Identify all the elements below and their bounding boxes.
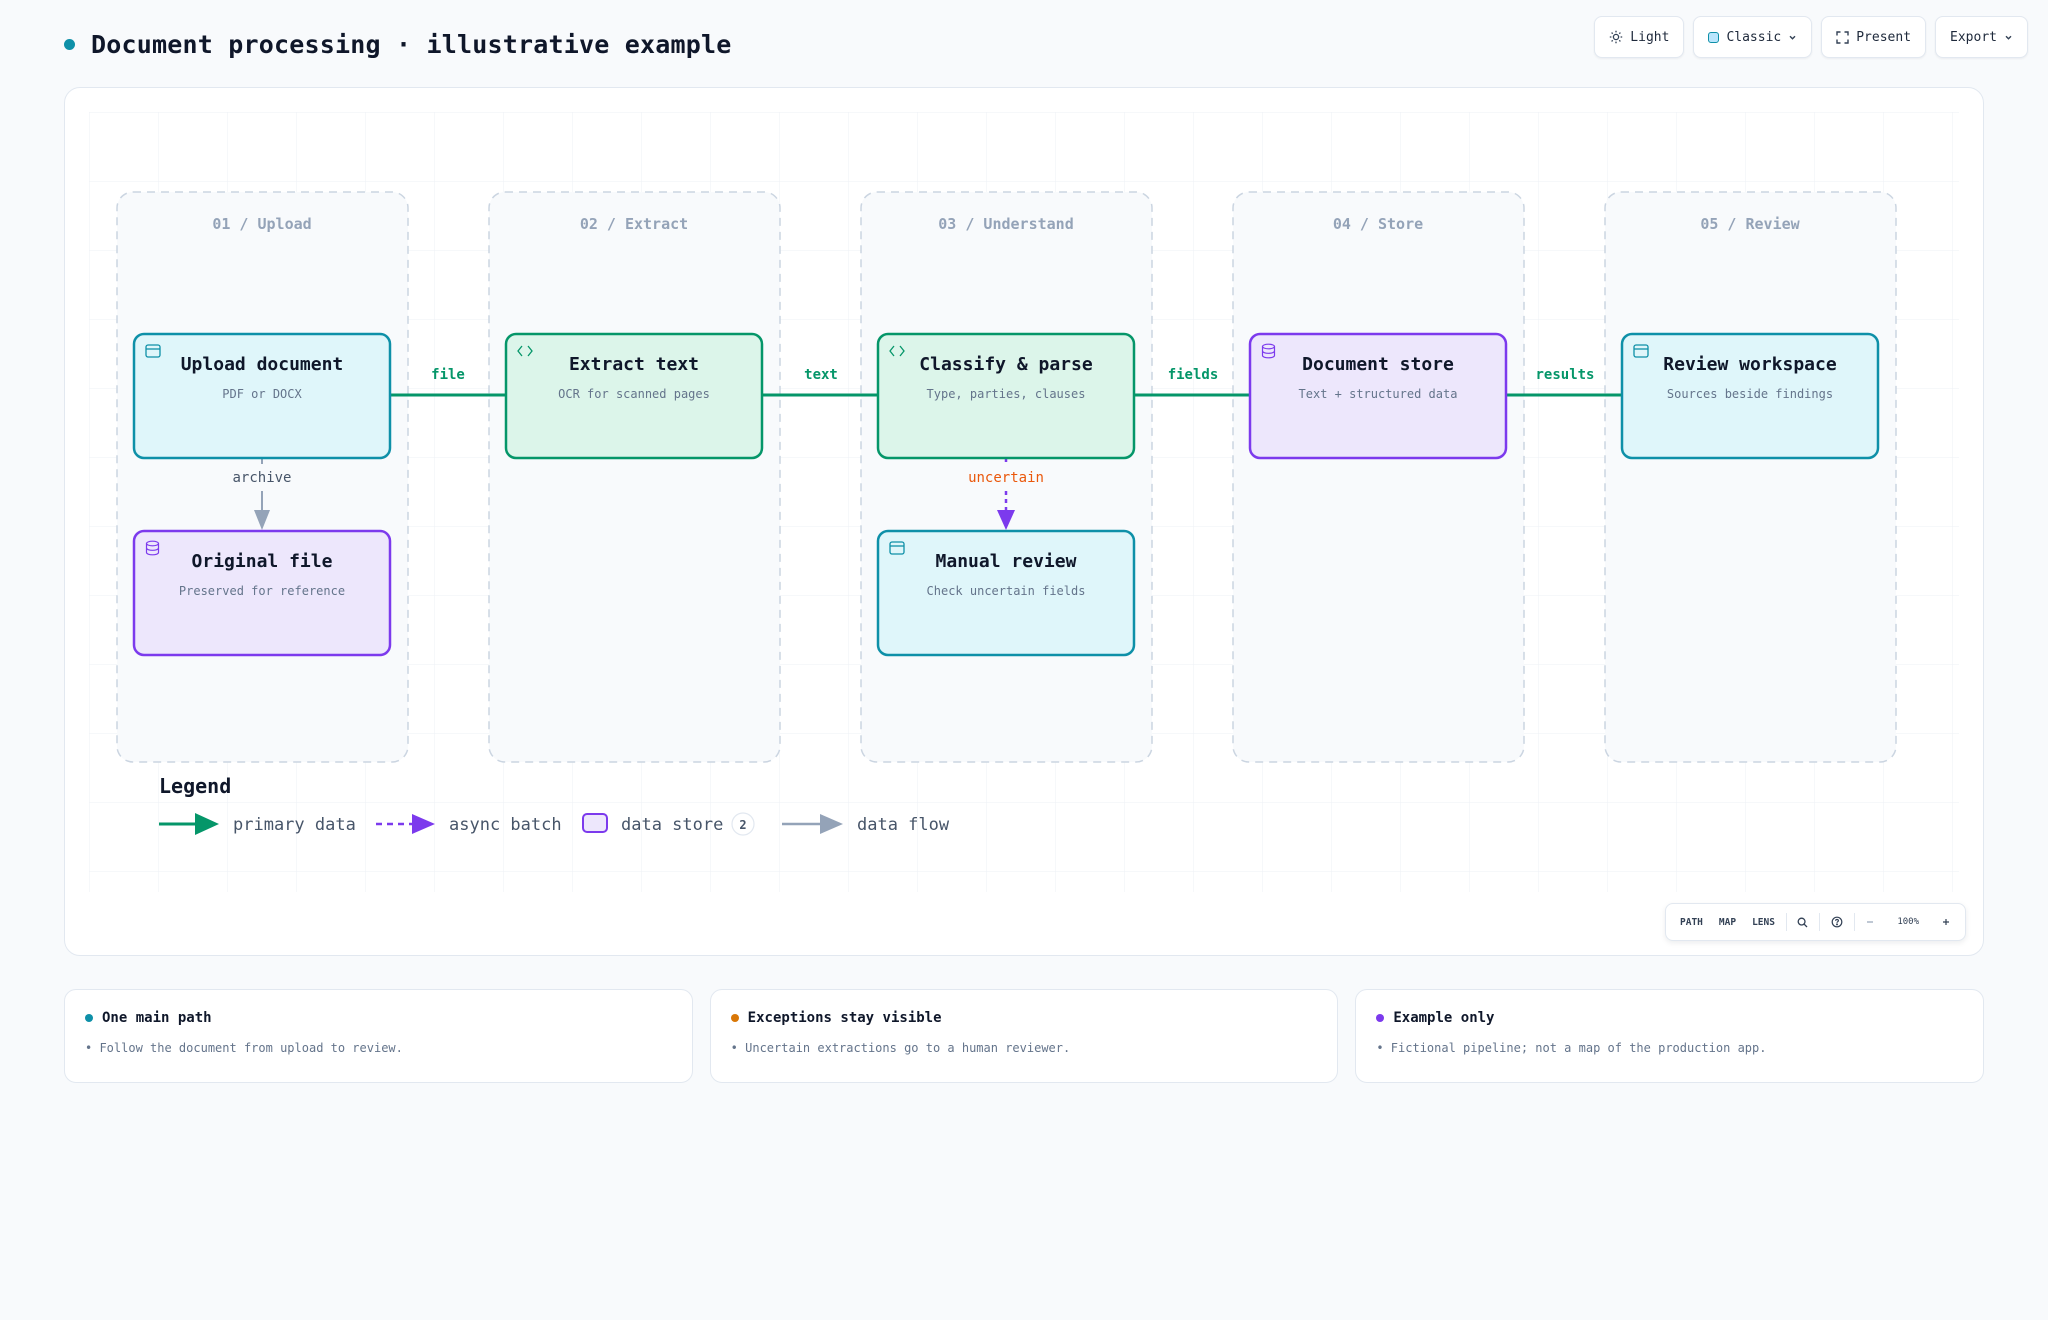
export-label: Export	[1950, 29, 1997, 45]
zoom-level: 100%	[1897, 917, 1919, 927]
help-button[interactable]	[1823, 916, 1851, 928]
legend-store-label: data store	[621, 815, 723, 835]
map-mode-button[interactable]: MAP	[1711, 917, 1744, 928]
edge-label: file	[431, 367, 465, 383]
legend-flow-label: data flow	[857, 815, 950, 835]
lane-label: 02 / Extract	[580, 215, 688, 233]
node-original-file[interactable]: Original file Preserved for reference	[132, 529, 392, 657]
note-dot	[1376, 1014, 1385, 1022]
legend-primary-label: primary data	[233, 815, 356, 835]
edge-label: text	[804, 367, 838, 383]
node-review-workspace[interactable]: Review workspace Sources beside findings	[1620, 332, 1880, 460]
notes-row: One main path • Follow the document from…	[64, 989, 1985, 1083]
light-mode-label: Light	[1630, 29, 1670, 45]
node-classify-parse[interactable]: Classify & parse Type, parties, clauses	[876, 332, 1136, 460]
note-title: Exceptions stay visible	[747, 1010, 942, 1026]
note-card: Exceptions stay visible • Uncertain extr…	[709, 989, 1339, 1083]
help-icon	[1831, 916, 1843, 928]
lens-mode-button[interactable]: LENS	[1744, 917, 1783, 928]
node-subtitle: Sources beside findings	[1667, 387, 1833, 401]
node-document-store[interactable]: Document store Text + structured data	[1248, 332, 1508, 460]
fullscreen-icon	[1836, 30, 1849, 44]
zoom-controls: PATH MAP LENS 100%	[1665, 903, 1966, 941]
node-title: Manual review	[936, 551, 1077, 572]
chevron-down-icon	[2005, 35, 2012, 40]
theme-label: Classic	[1726, 29, 1782, 45]
edge-label: results	[1535, 367, 1594, 383]
lane-review: 05 / Review	[1604, 191, 1897, 763]
note-card: Example only • Fictional pipeline; not a…	[1355, 989, 1985, 1083]
plus-icon	[1943, 919, 1949, 925]
lane-label: 04 / Store	[1333, 215, 1423, 233]
note-body: • Follow the document from upload to rev…	[85, 1041, 403, 1055]
edge-label: fields	[1168, 367, 1219, 383]
diagram-canvas: 01 / Upload 02 / Extract 03 / Understand…	[64, 87, 1984, 956]
lane-store: 04 / Store	[1232, 191, 1525, 763]
note-title: Example only	[1393, 1010, 1495, 1026]
legend-title: Legend	[159, 774, 231, 798]
note-body: • Uncertain extractions go to a human re…	[730, 1041, 1071, 1055]
node-subtitle: Type, parties, clauses	[927, 387, 1086, 401]
node-title: Extract text	[569, 354, 699, 375]
lane-label: 01 / Upload	[212, 215, 311, 233]
node-title: Upload document	[181, 354, 344, 375]
theme-select[interactable]: Classic	[1693, 16, 1813, 58]
export-button[interactable]: Export	[1935, 16, 2028, 58]
node-subtitle: OCR for scanned pages	[558, 387, 710, 401]
node-manual-review[interactable]: Manual review Check uncertain fields	[876, 529, 1136, 657]
sun-icon	[1610, 30, 1623, 44]
node-upload-document[interactable]: Upload document PDF or DOCX	[132, 332, 392, 460]
note-title: One main path	[102, 1010, 212, 1026]
edge-label: archive	[232, 470, 291, 486]
node-subtitle: Preserved for reference	[179, 584, 345, 598]
legend-store-count-badge: 2	[731, 812, 755, 836]
node-title: Original file	[192, 551, 333, 572]
minus-icon	[1867, 921, 1874, 923]
zoom-in-button[interactable]	[1933, 917, 1959, 927]
legend-store-count: 2	[739, 818, 746, 832]
legend-async-label: async batch	[449, 815, 562, 835]
node-extract-text[interactable]: Extract text OCR for scanned pages	[504, 332, 764, 460]
diagram-svg: 01 / Upload 02 / Extract 03 / Understand…	[89, 112, 1959, 892]
page-header: Document processing · illustrative examp…	[64, 30, 732, 59]
note-dot	[85, 1014, 93, 1022]
node-title: Classify & parse	[919, 354, 1093, 375]
toolbar: Light Classic Present Export	[1594, 16, 2028, 58]
path-mode-button[interactable]: PATH	[1672, 917, 1711, 928]
present-button[interactable]: Present	[1821, 16, 1927, 58]
chevron-down-icon	[1789, 35, 1796, 40]
node-subtitle: Text + structured data	[1299, 387, 1458, 401]
light-mode-button[interactable]: Light	[1594, 16, 1685, 58]
note-body: • Fictional pipeline; not a map of the p…	[1376, 1041, 1767, 1055]
page-title: Document processing · illustrative examp…	[91, 30, 732, 59]
zoom-out-button[interactable]	[1857, 917, 1883, 927]
search-button[interactable]	[1789, 917, 1816, 928]
edge-label: uncertain	[968, 470, 1044, 486]
search-icon	[1797, 917, 1808, 927]
note-card: One main path • Follow the document from…	[64, 989, 693, 1083]
lane-extract: 02 / Extract	[488, 191, 781, 763]
legend-store-swatch	[582, 813, 608, 833]
node-subtitle: Check uncertain fields	[927, 584, 1086, 598]
theme-swatch-icon	[1708, 31, 1720, 43]
note-dot	[730, 1014, 739, 1022]
node-title: Document store	[1302, 354, 1454, 375]
node-title: Review workspace	[1663, 354, 1837, 375]
lane-label: 03 / Understand	[938, 215, 1073, 233]
node-subtitle: PDF or DOCX	[222, 387, 302, 401]
title-dot	[64, 39, 75, 50]
lane-label: 05 / Review	[1700, 215, 1800, 233]
present-label: Present	[1856, 29, 1912, 45]
